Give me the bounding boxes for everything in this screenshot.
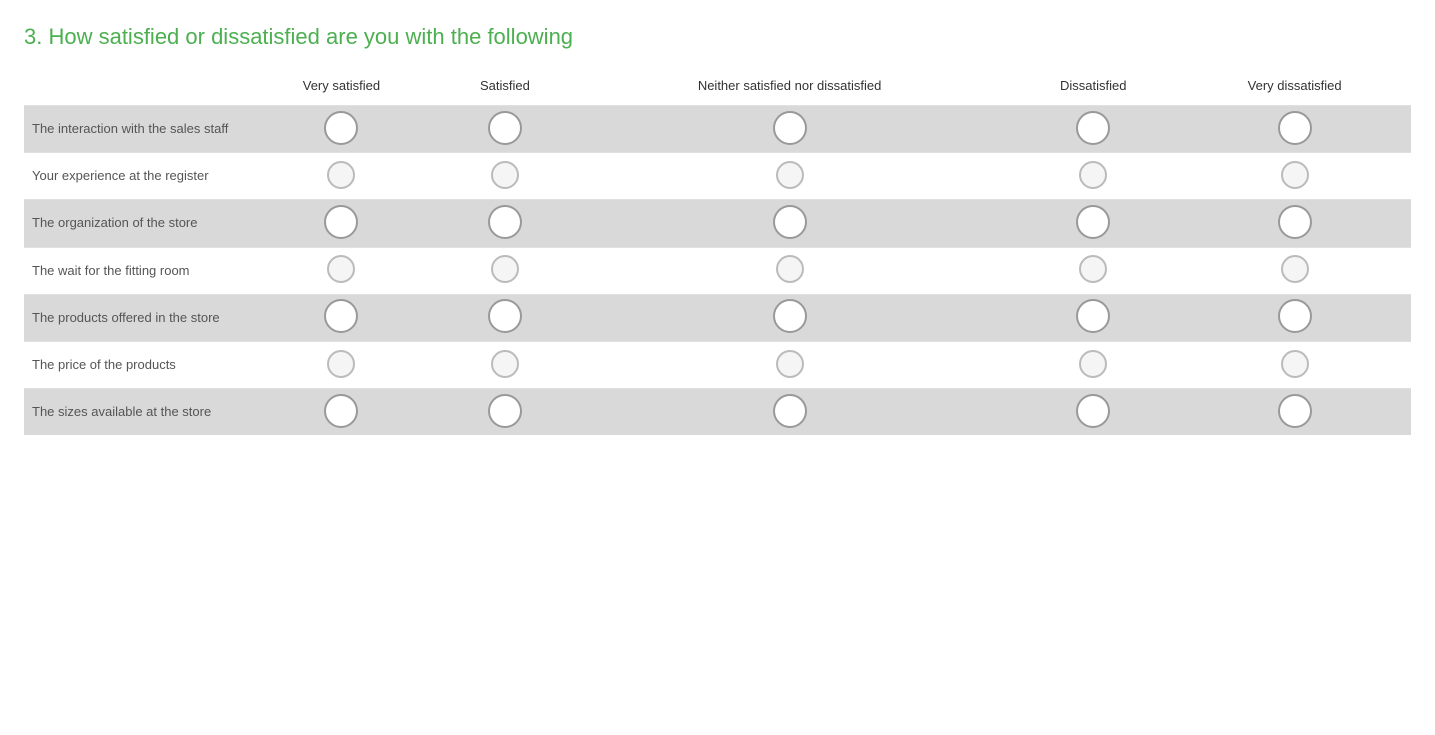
radio-fitting-room-dissatisfied[interactable]	[1079, 255, 1107, 283]
radio-cell-organization-satisfied[interactable]	[439, 200, 571, 247]
radio-cell-organization-dissatisfied[interactable]	[1008, 200, 1178, 247]
radio-products-offered-neither[interactable]	[773, 299, 807, 333]
radio-register-very-satisfied[interactable]	[327, 161, 355, 189]
radio-cell-sizes-neither[interactable]	[571, 389, 1008, 436]
radio-register-satisfied[interactable]	[491, 161, 519, 189]
col-header-very-dissatisfied: Very dissatisfied	[1178, 70, 1411, 106]
radio-cell-sizes-very-satisfied[interactable]	[244, 389, 439, 436]
radio-cell-sales-staff-satisfied[interactable]	[439, 106, 571, 153]
radio-cell-sizes-satisfied[interactable]	[439, 389, 571, 436]
radio-cell-products-offered-dissatisfied[interactable]	[1008, 294, 1178, 341]
row-label-fitting-room: The wait for the fitting room	[24, 247, 244, 294]
radio-sizes-satisfied[interactable]	[488, 394, 522, 428]
col-header-neither: Neither satisfied nor dissatisfied	[571, 70, 1008, 106]
radio-sales-staff-satisfied[interactable]	[488, 111, 522, 145]
radio-fitting-room-neither[interactable]	[776, 255, 804, 283]
col-header-empty	[24, 70, 244, 106]
radio-cell-sizes-very-dissatisfied[interactable]	[1178, 389, 1411, 436]
radio-products-offered-dissatisfied[interactable]	[1076, 299, 1110, 333]
radio-cell-register-dissatisfied[interactable]	[1008, 153, 1178, 200]
col-header-satisfied: Satisfied	[439, 70, 571, 106]
table-row: The products offered in the store	[24, 294, 1411, 341]
question-title: 3. How satisfied or dissatisfied are you…	[24, 24, 1411, 50]
radio-cell-products-offered-very-dissatisfied[interactable]	[1178, 294, 1411, 341]
radio-organization-dissatisfied[interactable]	[1076, 205, 1110, 239]
radio-sales-staff-neither[interactable]	[773, 111, 807, 145]
row-label-organization: The organization of the store	[24, 200, 244, 247]
row-label-register: Your experience at the register	[24, 153, 244, 200]
radio-cell-price-dissatisfied[interactable]	[1008, 341, 1178, 388]
radio-cell-fitting-room-very-satisfied[interactable]	[244, 247, 439, 294]
radio-products-offered-very-dissatisfied[interactable]	[1278, 299, 1312, 333]
radio-products-offered-satisfied[interactable]	[488, 299, 522, 333]
radio-sales-staff-dissatisfied[interactable]	[1076, 111, 1110, 145]
radio-sizes-very-satisfied[interactable]	[324, 394, 358, 428]
radio-sales-staff-very-dissatisfied[interactable]	[1278, 111, 1312, 145]
radio-cell-price-neither[interactable]	[571, 341, 1008, 388]
radio-sizes-dissatisfied[interactable]	[1076, 394, 1110, 428]
radio-price-dissatisfied[interactable]	[1079, 350, 1107, 378]
survey-table: Very satisfied Satisfied Neither satisfi…	[24, 70, 1411, 435]
radio-cell-register-satisfied[interactable]	[439, 153, 571, 200]
radio-cell-fitting-room-satisfied[interactable]	[439, 247, 571, 294]
radio-cell-organization-neither[interactable]	[571, 200, 1008, 247]
radio-fitting-room-very-satisfied[interactable]	[327, 255, 355, 283]
table-row: The interaction with the sales staff	[24, 106, 1411, 153]
row-label-sales-staff: The interaction with the sales staff	[24, 106, 244, 153]
radio-cell-fitting-room-very-dissatisfied[interactable]	[1178, 247, 1411, 294]
table-row: Your experience at the register	[24, 153, 1411, 200]
radio-cell-sales-staff-very-dissatisfied[interactable]	[1178, 106, 1411, 153]
radio-cell-register-very-dissatisfied[interactable]	[1178, 153, 1411, 200]
radio-organization-satisfied[interactable]	[488, 205, 522, 239]
radio-register-neither[interactable]	[776, 161, 804, 189]
radio-fitting-room-satisfied[interactable]	[491, 255, 519, 283]
table-row: The wait for the fitting room	[24, 247, 1411, 294]
radio-cell-price-satisfied[interactable]	[439, 341, 571, 388]
radio-cell-organization-very-satisfied[interactable]	[244, 200, 439, 247]
radio-cell-sales-staff-neither[interactable]	[571, 106, 1008, 153]
radio-cell-products-offered-neither[interactable]	[571, 294, 1008, 341]
radio-cell-sales-staff-very-satisfied[interactable]	[244, 106, 439, 153]
radio-cell-products-offered-satisfied[interactable]	[439, 294, 571, 341]
radio-cell-fitting-room-dissatisfied[interactable]	[1008, 247, 1178, 294]
radio-cell-register-neither[interactable]	[571, 153, 1008, 200]
radio-price-satisfied[interactable]	[491, 350, 519, 378]
radio-register-dissatisfied[interactable]	[1079, 161, 1107, 189]
radio-sizes-very-dissatisfied[interactable]	[1278, 394, 1312, 428]
radio-cell-products-offered-very-satisfied[interactable]	[244, 294, 439, 341]
row-label-products-offered: The products offered in the store	[24, 294, 244, 341]
radio-sales-staff-very-satisfied[interactable]	[324, 111, 358, 145]
radio-cell-organization-very-dissatisfied[interactable]	[1178, 200, 1411, 247]
radio-cell-register-very-satisfied[interactable]	[244, 153, 439, 200]
table-row: The sizes available at the store	[24, 389, 1411, 436]
radio-cell-fitting-room-neither[interactable]	[571, 247, 1008, 294]
radio-sizes-neither[interactable]	[773, 394, 807, 428]
col-header-very-satisfied: Very satisfied	[244, 70, 439, 106]
radio-price-very-satisfied[interactable]	[327, 350, 355, 378]
radio-register-very-dissatisfied[interactable]	[1281, 161, 1309, 189]
radio-products-offered-very-satisfied[interactable]	[324, 299, 358, 333]
radio-cell-sizes-dissatisfied[interactable]	[1008, 389, 1178, 436]
radio-cell-sales-staff-dissatisfied[interactable]	[1008, 106, 1178, 153]
radio-organization-very-dissatisfied[interactable]	[1278, 205, 1312, 239]
row-label-sizes: The sizes available at the store	[24, 389, 244, 436]
table-row: The price of the products	[24, 341, 1411, 388]
table-row: The organization of the store	[24, 200, 1411, 247]
radio-organization-neither[interactable]	[773, 205, 807, 239]
row-label-price: The price of the products	[24, 341, 244, 388]
radio-price-neither[interactable]	[776, 350, 804, 378]
radio-organization-very-satisfied[interactable]	[324, 205, 358, 239]
radio-cell-price-very-dissatisfied[interactable]	[1178, 341, 1411, 388]
col-header-dissatisfied: Dissatisfied	[1008, 70, 1178, 106]
radio-fitting-room-very-dissatisfied[interactable]	[1281, 255, 1309, 283]
radio-cell-price-very-satisfied[interactable]	[244, 341, 439, 388]
radio-price-very-dissatisfied[interactable]	[1281, 350, 1309, 378]
